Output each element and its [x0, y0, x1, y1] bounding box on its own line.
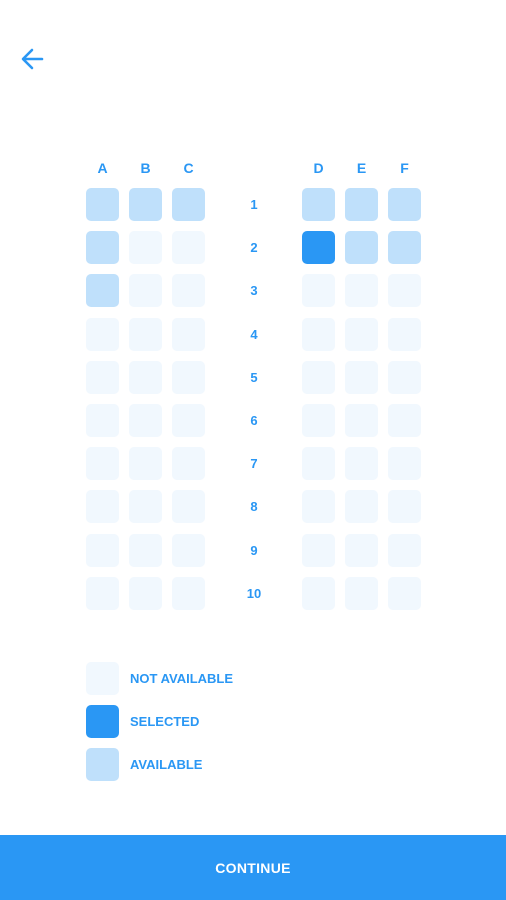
seat-10d: [302, 576, 335, 610]
column-header-c: C: [183, 160, 194, 176]
row-number: 7: [250, 456, 258, 472]
seat-10e: [345, 576, 378, 610]
row-number: 9: [250, 542, 258, 558]
row-number: 10: [246, 585, 262, 601]
seat-8c: [172, 490, 205, 524]
seat-2e[interactable]: [345, 231, 378, 265]
seat-1b[interactable]: [129, 188, 162, 221]
seat-9b: [129, 533, 162, 567]
seat-7a: [86, 447, 119, 481]
row-number: 2: [250, 240, 258, 256]
seat-10f: [388, 576, 421, 610]
row-number: 1: [250, 197, 258, 212]
row-number: 8: [250, 499, 258, 515]
seat-5c: [172, 360, 205, 394]
seat-10c: [172, 576, 205, 610]
seat-8a: [86, 490, 119, 524]
seat-9e: [345, 533, 378, 567]
seat-4d: [302, 317, 335, 351]
seat-8b: [129, 490, 162, 524]
seat-3f: [388, 274, 421, 308]
seat-4f: [388, 317, 421, 351]
seat-9f: [388, 533, 421, 567]
seat-3c: [172, 274, 205, 308]
row-number: 5: [250, 369, 258, 385]
seat-6d: [302, 404, 335, 437]
seat-2d[interactable]: [302, 231, 335, 265]
legend-swatch-available: [86, 748, 119, 781]
seat-7e: [345, 447, 378, 481]
seat-7b: [129, 447, 162, 481]
seat-9c: [172, 533, 205, 567]
seat-10a: [86, 576, 119, 610]
seat-3a[interactable]: [86, 274, 119, 308]
legend-label: AVAILABLE: [130, 757, 203, 772]
seat-5f: [388, 360, 421, 394]
seat-2b: [129, 231, 162, 265]
seat-5a: [86, 360, 119, 394]
legend-label: NOT AVAILABLE: [130, 671, 234, 686]
seat-4a: [86, 317, 119, 351]
column-header-a: A: [97, 160, 108, 176]
column-header-d: D: [313, 160, 324, 176]
column-header-e: E: [356, 160, 367, 176]
column-header-b: B: [140, 160, 151, 176]
seat-2f[interactable]: [388, 231, 421, 265]
seat-6a: [86, 404, 119, 437]
continue-button[interactable]: CONTINUE: [0, 835, 506, 900]
seat-9d: [302, 533, 335, 567]
legend-label: SELECTED: [130, 714, 200, 729]
seat-map: A B C D E F 1 2 3 4 5 6 7 8 9 10: [0, 0, 506, 640]
row-number: 6: [250, 413, 258, 428]
seat-4e: [345, 317, 378, 351]
seat-8f: [388, 490, 421, 524]
row-number: 4: [250, 326, 258, 342]
seat-4b: [129, 317, 162, 351]
seat-7f: [388, 447, 421, 481]
seat-7c: [172, 447, 205, 481]
seat-1d[interactable]: [302, 188, 335, 221]
seat-2a[interactable]: [86, 231, 119, 265]
seat-3e: [345, 274, 378, 308]
seat-3b: [129, 274, 162, 308]
seat-5d: [302, 360, 335, 394]
row-number: 3: [250, 283, 258, 299]
seat-5b: [129, 360, 162, 394]
seat-9a: [86, 533, 119, 567]
seat-6e: [345, 404, 378, 437]
seat-6b: [129, 404, 162, 437]
seat-2c: [172, 231, 205, 265]
seat-8d: [302, 490, 335, 524]
seat-1a[interactable]: [86, 188, 119, 221]
seat-1e[interactable]: [345, 188, 378, 221]
seat-6f: [388, 404, 421, 437]
seat-6c: [172, 404, 205, 437]
seat-1c[interactable]: [172, 188, 205, 221]
seat-3d: [302, 274, 335, 308]
seat-1f[interactable]: [388, 188, 421, 221]
seat-8e: [345, 490, 378, 524]
column-header-f: F: [400, 160, 409, 176]
seat-selection-screen: A B C D E F 1 2 3 4 5 6 7 8 9 10 NOT AVAILABLE SELECTED…: [0, 0, 506, 900]
legend-swatch-selected: [86, 705, 119, 738]
legend-swatch-not-available: [86, 662, 119, 695]
seat-7d: [302, 447, 335, 481]
seat-5e: [345, 360, 378, 394]
seat-10b: [129, 576, 162, 610]
seat-4c: [172, 317, 205, 351]
